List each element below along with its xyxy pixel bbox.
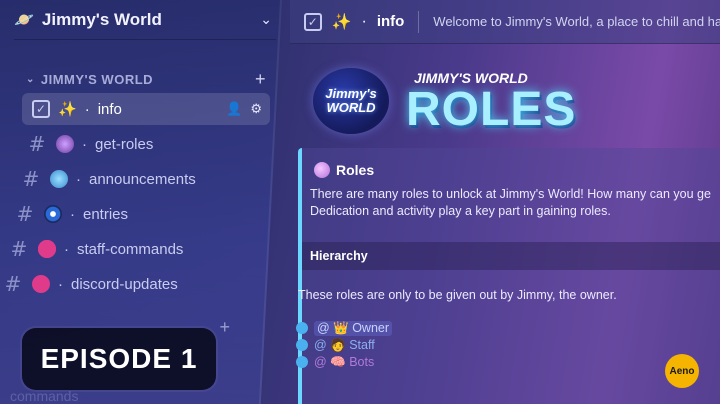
hierarchy-note: These roles are only to be given out by … (298, 288, 617, 302)
channel-topic[interactable]: Welcome to Jimmy's World, a place to chi… (433, 14, 720, 29)
role-item-bots: @ 🧠 Bots (296, 354, 374, 370)
channel-name: announcements (89, 170, 196, 188)
add-channel-icon[interactable]: + (219, 317, 230, 338)
channel-dot: · (84, 100, 90, 118)
category-header[interactable]: ⌄ JIMMY'S WORLD + (26, 69, 266, 90)
channel-staff-commands[interactable]: # · staff-commands (8, 233, 238, 265)
channel-name: entries (83, 205, 129, 223)
channel-name: discord-updates (71, 275, 178, 293)
planet-icon: 🪐 (14, 10, 34, 29)
channel-name: staff-commands (77, 240, 184, 258)
hash-icon: # (22, 167, 40, 191)
logo-text: WORLD (326, 100, 376, 115)
role-dot (296, 356, 308, 368)
channel-dot: · (70, 205, 75, 223)
episode-badge: EPISODE 1 (22, 328, 216, 390)
role-item-staff: @ 🧑 Staff (296, 337, 375, 353)
channel-info[interactable]: ✓ ✨ · info 👤 ⚙ (22, 93, 270, 125)
hash-icon: # (28, 132, 46, 156)
category-name: JIMMY'S WORLD (40, 71, 154, 87)
description-line: Dedication and activity play a key part … (310, 204, 611, 218)
invite-icon[interactable]: 👤 (226, 101, 242, 117)
crystal-ball-icon (314, 162, 330, 178)
divider (418, 10, 420, 33)
target-icon (44, 205, 62, 223)
rules-channel-icon: ✓ (32, 100, 50, 118)
role-item-owner: @ 👑 Owner (296, 320, 393, 336)
loudspeaker-icon (50, 170, 68, 188)
role-name: Staff (349, 337, 375, 352)
role-mention[interactable]: @ 👑 Owner (314, 320, 393, 336)
channel-dot: · (58, 275, 63, 293)
embed-description: There are many roles to unlock at Jimmy'… (310, 186, 720, 220)
faded-channel[interactable]: commands (10, 388, 78, 404)
channel-name: get-roles (95, 135, 154, 153)
server-header[interactable]: 🪐 Jimmy's World ⌄ (14, 0, 276, 40)
banner-title: ROLES (406, 83, 577, 136)
role-dot (296, 339, 308, 351)
aeno-logo: Aeno (665, 354, 699, 388)
channel-dot: · (76, 170, 81, 188)
sparkles-icon: ✨ (58, 101, 77, 118)
no-entry-icon (38, 240, 56, 258)
role-mention[interactable]: @ 🧑 Staff (314, 338, 375, 353)
topbar-channel-name: info (376, 13, 405, 30)
role-name: Bots (349, 354, 375, 369)
channel-dot: · (82, 135, 87, 153)
channel-announcements[interactable]: # · announcements (20, 163, 250, 195)
channel-name: info (97, 100, 122, 118)
role-mention[interactable]: @ 🧠 Bots (314, 355, 374, 370)
chevron-down-icon: ⌄ (26, 73, 35, 85)
logo-text: Jimmy's (325, 86, 377, 101)
gear-icon[interactable]: ⚙ (250, 101, 262, 117)
embed-title-text: Roles (336, 162, 375, 178)
description-line: There are many roles to unlock at Jimmy'… (310, 187, 711, 201)
channel-entries[interactable]: # · entries (14, 198, 244, 230)
channel-dot: · (361, 12, 367, 30)
add-channel-icon[interactable]: + (255, 69, 266, 90)
sparkles-icon: ✨ (331, 13, 352, 31)
locked-hash-icon: # (4, 272, 22, 296)
no-entry-icon (32, 275, 50, 293)
channel-get-roles[interactable]: # · get-roles (26, 128, 256, 160)
crystal-ball-icon (56, 135, 74, 153)
role-dot (296, 322, 308, 334)
server-name: Jimmy's World (41, 9, 162, 29)
embed-title: Roles (314, 162, 374, 178)
hash-icon: # (16, 202, 34, 226)
channel-topbar: ✓ ✨ · info Welcome to Jimmy's World, a p… (290, 0, 720, 44)
server-logo: Jimmy's WORLD (313, 68, 389, 134)
role-name: Owner (352, 320, 390, 335)
channel-dot: · (64, 240, 69, 258)
hierarchy-header: Hierarchy (302, 242, 720, 270)
rules-channel-icon: ✓ (304, 12, 322, 31)
chevron-down-icon[interactable]: ⌄ (260, 12, 272, 28)
locked-hash-icon: # (10, 237, 28, 261)
channel-discord-updates[interactable]: # · discord-updates (2, 268, 232, 300)
